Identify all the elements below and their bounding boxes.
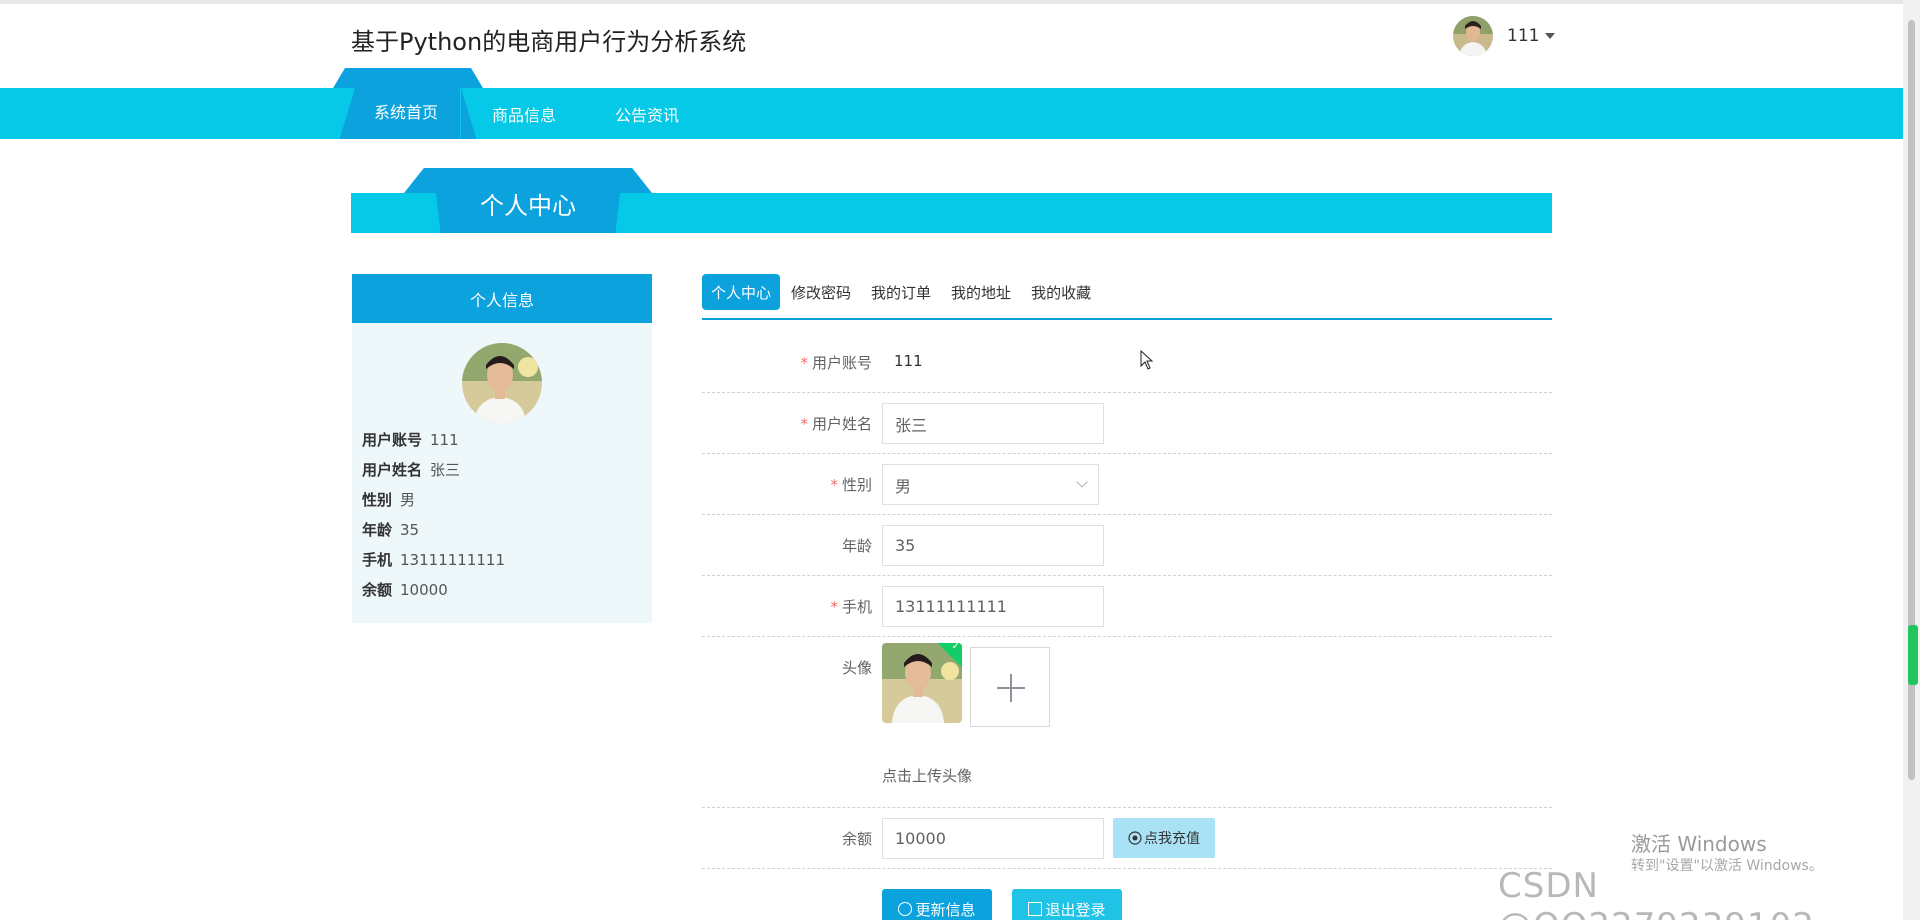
name-input[interactable]: 张三 [882,403,1104,444]
form-row-account: * 用户账号 111 [702,340,1552,393]
gender-select[interactable]: 男 [882,464,1099,505]
name-label: 用户姓名 [811,415,872,433]
age-input[interactable]: 35 [882,525,1104,566]
nav-item-home[interactable]: 系统首页 [374,99,438,123]
chevron-down-icon [1076,476,1088,488]
tabs-underline [702,318,1552,320]
user-menu[interactable]: 111 [1453,16,1556,56]
profile-card: 用户账号 111 用户姓名 张三 性别男 年龄 35 手机 13111111111 余额… [352,323,652,623]
user-avatar[interactable] [1453,16,1493,56]
avatar-label: 头像 [841,659,872,677]
form-row-phone: * 手机 13111111111 [702,576,1552,637]
tab-my-favorites[interactable]: 我的收藏 [1022,274,1100,310]
profile-field-name: 用户姓名 张三 [362,461,461,479]
top-border [0,0,1920,4]
tab-my-address[interactable]: 我的地址 [942,274,1020,310]
site-title: 基于Python的电商用户行为分析系统 [351,28,747,56]
nav-item-products[interactable]: 商品信息 [492,102,556,126]
profile-field-account: 用户账号 111 [362,431,459,449]
profile-card-title: 个人信息 [352,274,652,323]
user-name[interactable]: 111 [1507,26,1539,46]
form-row-age: 年龄 35 [702,515,1552,576]
scroll-indicator [1908,625,1918,685]
profile-field-balance: 余额 10000 [362,581,448,599]
age-label: 年龄 [841,537,872,555]
main-nav [0,88,1903,139]
recharge-button[interactable]: 点我充值 [1113,818,1215,858]
account-label: 用户账号 [811,354,872,372]
avatar-photo-icon [462,343,542,423]
profile-tabs: 个人中心 修改密码 我的订单 我的地址 我的收藏 [702,274,1102,310]
form-row-gender: * 性别 男 [702,454,1552,515]
balance-label: 余额 [841,830,872,848]
mouse-cursor-icon [1140,350,1154,370]
form-row-name: * 用户姓名 张三 [702,393,1552,454]
balance-input[interactable]: 10000 [882,818,1104,859]
profile-field-age: 年龄 35 [362,521,420,539]
tab-change-password[interactable]: 修改密码 [782,274,860,310]
avatar-upload-button[interactable] [970,647,1050,727]
recharge-icon [1128,831,1142,845]
nav-item-news[interactable]: 公告资讯 [615,102,679,126]
profile-field-phone: 手机 13111111111 [362,551,505,569]
avatar-preview[interactable]: ✓ [882,643,962,723]
update-info-button[interactable]: 更新信息 [882,889,992,920]
phone-label: 手机 [841,598,872,616]
gender-label: 性别 [841,476,872,494]
avatar-upload-tip: 点击上传头像 [882,767,973,785]
csdn-watermark: CSDN @QQ2279239102 [1498,866,1814,920]
chevron-down-icon[interactable] [1545,33,1556,39]
profile-avatar [462,343,542,423]
phone-input[interactable]: 13111111111 [882,586,1104,627]
windows-activation-title: 激活 Windows [1631,832,1767,856]
logout-button[interactable]: 退出登录 [1012,889,1122,920]
check-circle-icon [898,902,913,916]
tab-my-orders[interactable]: 我的订单 [862,274,940,310]
profile-field-gender: 性别男 [362,491,416,509]
page-title: 个人中心 [480,192,576,220]
form-row-avatar: 头像 ✓ 点击上传头像 [702,637,1552,808]
page-scrollbar[interactable] [1903,0,1920,920]
avatar-photo-icon [1453,16,1493,56]
form-row-balance: 余额 10000 点我充值 [702,808,1552,869]
logout-icon [1028,902,1043,916]
tab-personal-center[interactable]: 个人中心 [702,274,781,310]
account-value: 111 [894,352,923,370]
